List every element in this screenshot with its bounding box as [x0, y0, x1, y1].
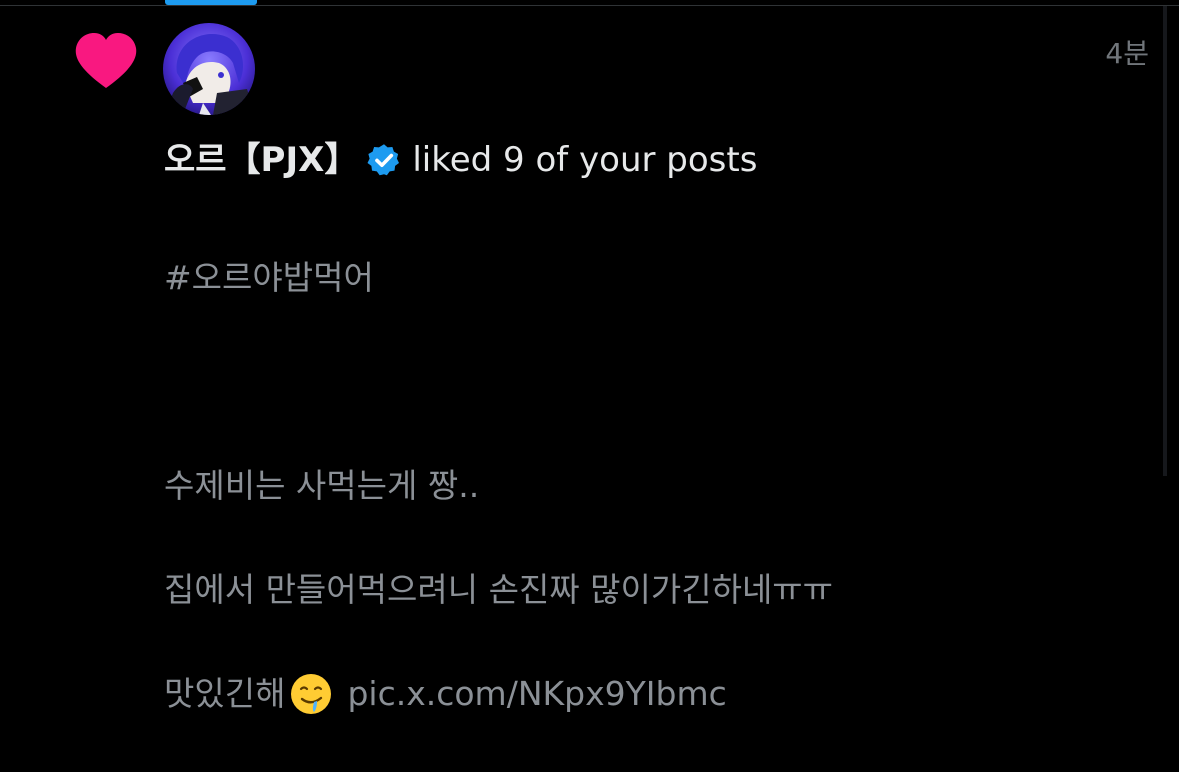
avatar[interactable] [163, 23, 255, 115]
post-line: 맛있긴해 pic.x.com/NKpx9YIbmc [164, 668, 1134, 720]
drooling-face-icon [291, 674, 332, 714]
post-line-text: 맛있긴해 [164, 674, 286, 713]
timestamp: 4분 [1105, 37, 1149, 70]
user-name-link[interactable]: 오르【PJX】 [164, 138, 358, 182]
media-link[interactable]: pic.x.com/NKpx9YIbmc [347, 668, 726, 720]
post-hashtag[interactable]: #오르야밥먹어 [164, 252, 1134, 304]
action-text: liked 9 of your posts [412, 140, 758, 180]
liked-line: 오르【PJX】 liked 9 of your posts [164, 138, 757, 182]
post-preview[interactable]: #오르야밥먹어 수제비는 사먹는게 짱.. 집에서 만들어먹으려니 손진짜 많이… [164, 200, 1134, 772]
verified-badge-icon [367, 144, 400, 176]
heart-icon [75, 33, 137, 88]
post-line: 수제비는 사먹는게 짱.. [164, 466, 480, 505]
post-line: 집에서 만들어먹으려니 손진짜 많이가긴하네ㅠㅠ [164, 570, 834, 609]
scrollbar-track[interactable] [1163, 6, 1167, 476]
post-blank-line [164, 356, 1134, 408]
top-divider [0, 5, 1179, 6]
